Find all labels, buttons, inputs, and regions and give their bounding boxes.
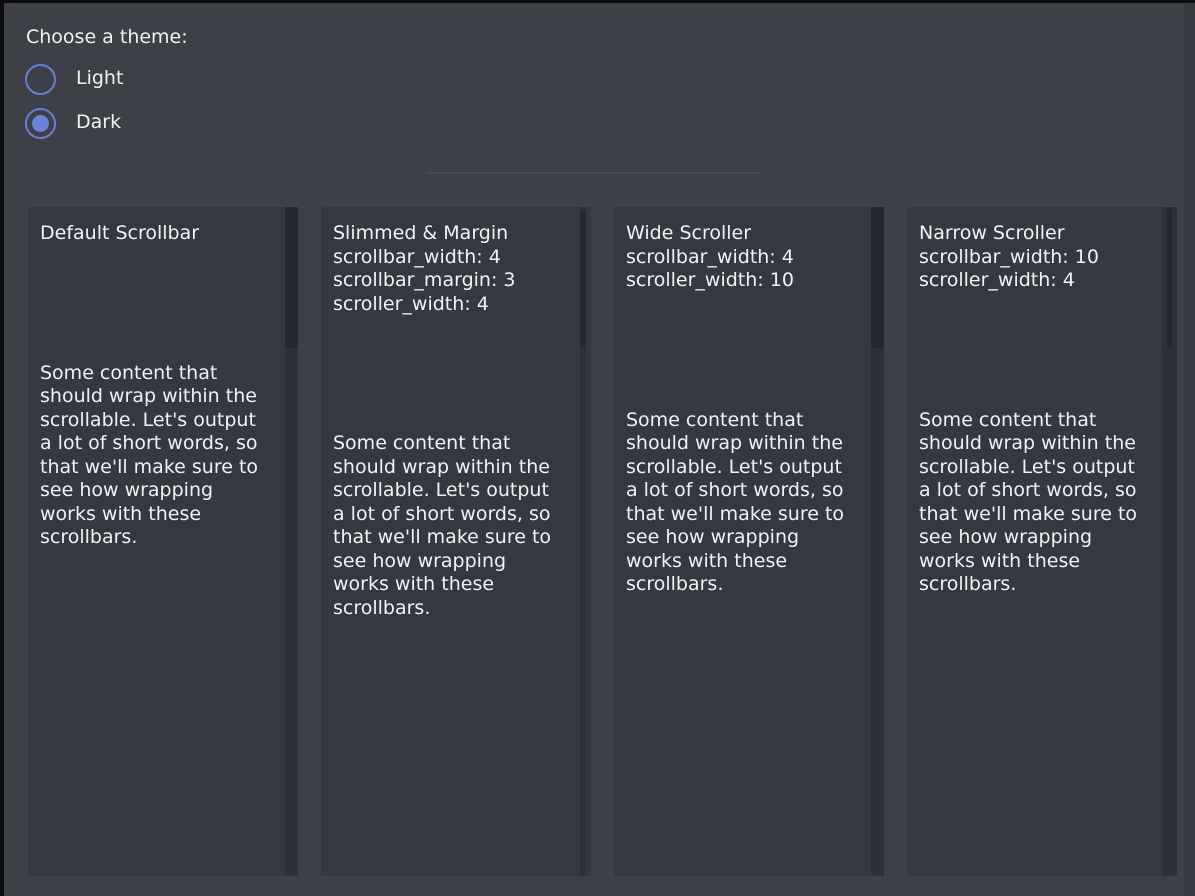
radio-icon-dark[interactable] bbox=[25, 108, 56, 139]
radio-option-light[interactable]: Light bbox=[25, 63, 123, 95]
panel-property: scroller_width: 10 bbox=[626, 269, 860, 293]
radio-label-light: Light bbox=[76, 67, 123, 91]
radio-option-dark[interactable]: Dark bbox=[25, 107, 121, 139]
radio-dot-dark bbox=[32, 115, 49, 132]
theme-chooser-label: Choose a theme: bbox=[26, 26, 188, 50]
panel-content-text: Some content that should wrap within the… bbox=[626, 409, 860, 597]
panel-property: scroller_width: 4 bbox=[333, 293, 567, 317]
panel-content-text: Some content that should wrap within the… bbox=[333, 432, 567, 620]
divider-rule bbox=[427, 172, 762, 174]
panel-property: scrollbar_width: 4 bbox=[626, 246, 860, 270]
radio-label-dark: Dark bbox=[76, 111, 121, 135]
scrollable-panel-default[interactable]: Default Scrollbar Some content that shou… bbox=[28, 207, 298, 876]
app-background: Choose a theme: Light Dark Default Scrol… bbox=[4, 3, 1195, 896]
panel-content-text: Some content that should wrap within the… bbox=[919, 409, 1153, 597]
scrollable-panel-wide-scroller[interactable]: Wide Scroller scrollbar_width: 4 scrolle… bbox=[614, 207, 884, 876]
window-edge bbox=[1184, 3, 1195, 896]
panel-title: Narrow Scroller bbox=[919, 222, 1153, 246]
scrollbar-thumb[interactable] bbox=[871, 207, 884, 348]
radio-icon-light[interactable] bbox=[25, 64, 56, 95]
panel-content-text: Some content that should wrap within the… bbox=[40, 362, 274, 550]
panel-property: scrollbar_margin: 3 bbox=[333, 269, 567, 293]
scrollable-panel-slimmed-margin[interactable]: Slimmed & Margin scrollbar_width: 4 scro… bbox=[321, 207, 591, 876]
scrollbar-thumb[interactable] bbox=[285, 207, 298, 348]
panel-title: Default Scrollbar bbox=[40, 222, 274, 246]
panel-title: Wide Scroller bbox=[626, 222, 860, 246]
panel-property: scrollbar_width: 4 bbox=[333, 246, 567, 270]
scrollable-panel-narrow-scroller[interactable]: Narrow Scroller scrollbar_width: 10 scro… bbox=[907, 207, 1177, 876]
scrollbar-thumb[interactable] bbox=[580, 210, 586, 346]
scrollbar-thumb[interactable] bbox=[1167, 207, 1172, 348]
panel-property: scrollbar_width: 10 bbox=[919, 246, 1153, 270]
panel-title: Slimmed & Margin bbox=[333, 222, 567, 246]
panel-property: scroller_width: 4 bbox=[919, 269, 1153, 293]
